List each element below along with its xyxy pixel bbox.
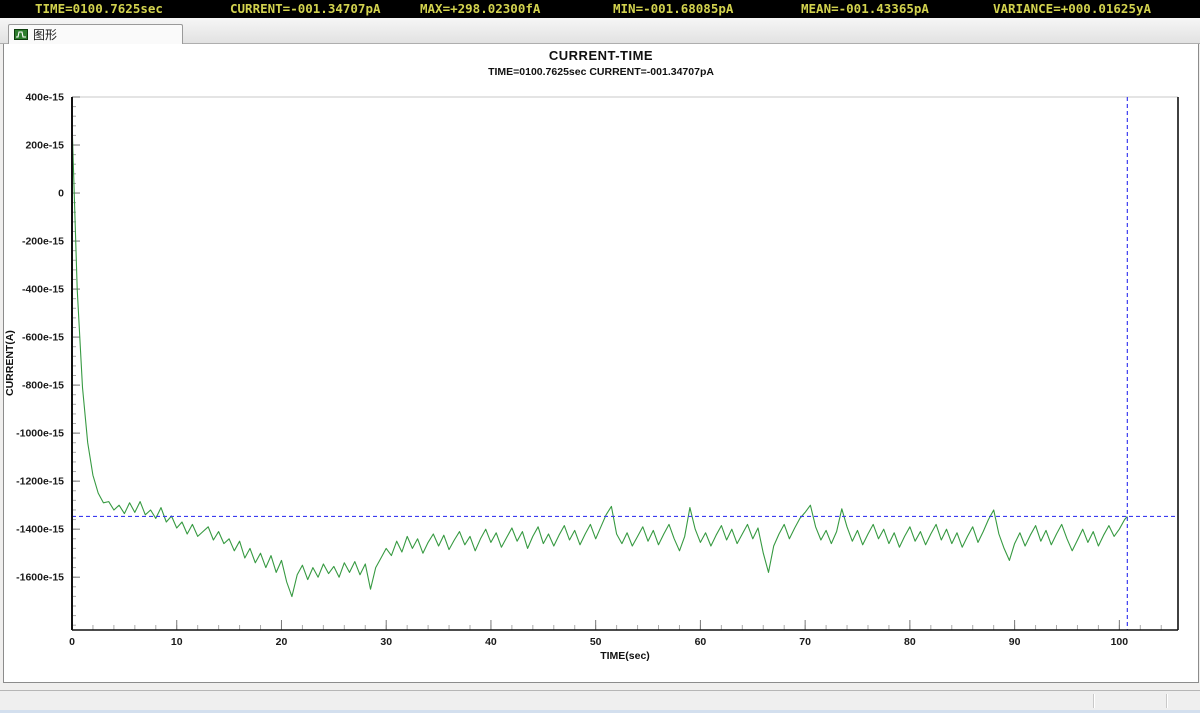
y-tick-label: -600e-15	[22, 332, 64, 344]
x-tick-label: 80	[904, 636, 916, 648]
status-separator	[1093, 694, 1095, 708]
x-tick-label: 90	[1009, 636, 1021, 648]
x-tick-label: 100	[1111, 636, 1129, 648]
y-tick-label: -400e-15	[22, 284, 64, 296]
y-tick-label: -800e-15	[22, 380, 64, 392]
waveform-icon	[14, 29, 28, 40]
x-tick-label: 60	[695, 636, 707, 648]
x-tick-label: 20	[276, 636, 288, 648]
readout-max: MAX=+298.02300fA	[420, 0, 540, 18]
y-tick-label: 400e-15	[25, 92, 64, 104]
readout-time: TIME=0100.7625sec	[35, 0, 163, 18]
readout-min: MIN=-001.68085pA	[613, 0, 733, 18]
y-tick-label: -1600e-15	[16, 572, 64, 584]
tab-graph-label: 图形	[33, 26, 57, 43]
y-tick-label: -1200e-15	[16, 476, 64, 488]
chart-panel: CURRENT-TIME TIME=0100.7625sec CURRENT=-…	[3, 44, 1199, 683]
x-tick-label: 40	[485, 636, 497, 648]
readout-mean: MEAN=-001.43365pA	[801, 0, 929, 18]
readout-bar: TIME=0100.7625sec CURRENT=-001.34707pA M…	[0, 0, 1200, 18]
readout-variance: VARIANCE=+000.01625yA	[993, 0, 1151, 18]
x-tick-label: 30	[380, 636, 392, 648]
y-tick-label: -200e-15	[22, 236, 64, 248]
current-trace	[72, 122, 1127, 597]
y-tick-label: -1000e-15	[16, 428, 64, 440]
y-tick-label: 0	[58, 188, 64, 200]
y-tick-label: -1400e-15	[16, 524, 64, 536]
x-tick-label: 0	[69, 636, 75, 648]
x-tick-label: 70	[799, 636, 811, 648]
status-separator	[1166, 694, 1168, 708]
x-tick-label: 10	[171, 636, 183, 648]
readout-current: CURRENT=-001.34707pA	[230, 0, 381, 18]
tab-strip: 图形	[0, 18, 1200, 44]
y-tick-label: 200e-15	[25, 140, 64, 152]
x-tick-label: 50	[590, 636, 602, 648]
status-bar	[0, 690, 1200, 710]
chart-plot-area[interactable]: 400e-15 200e-15 0 -200e-15 -400e-15 -600e-15 -…	[4, 44, 1198, 682]
tab-graph[interactable]: 图形	[8, 24, 183, 44]
